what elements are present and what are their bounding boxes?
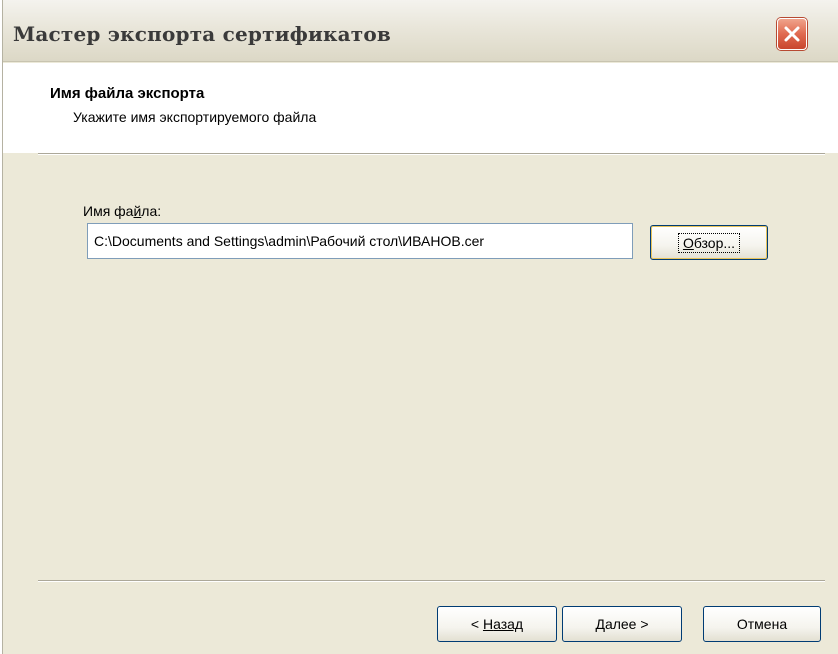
next-button[interactable]: Далее > [562, 606, 682, 642]
next-button-label: Далее > [595, 616, 649, 632]
footer-divider [38, 580, 825, 582]
certificate-export-wizard-window: Мастер экспорта сертификатов Имя файла э… [2, 0, 838, 654]
cancel-button[interactable]: Отмена [703, 606, 821, 642]
page-subtitle: Укажите имя экспортируемого файла [73, 109, 317, 125]
browse-button[interactable]: Обзор... [650, 225, 768, 260]
back-button-label: < Назад [470, 616, 524, 632]
file-name-input[interactable] [87, 223, 633, 259]
title-bar[interactable]: Мастер экспорта сертификатов [3, 0, 838, 62]
browse-button-label: Обзор... [677, 232, 741, 253]
wizard-header: Имя файла экспорта Укажите имя экспортир… [3, 63, 838, 153]
close-button[interactable] [777, 18, 807, 50]
window-title: Мастер экспорта сертификатов [13, 22, 392, 46]
back-button[interactable]: < Назад [437, 606, 557, 642]
close-icon [784, 26, 800, 42]
cancel-button-label: Отмена [736, 616, 788, 632]
header-divider [38, 153, 825, 155]
page-title: Имя файла экспорта [50, 85, 205, 102]
file-name-label: Имя файла: [83, 203, 162, 219]
